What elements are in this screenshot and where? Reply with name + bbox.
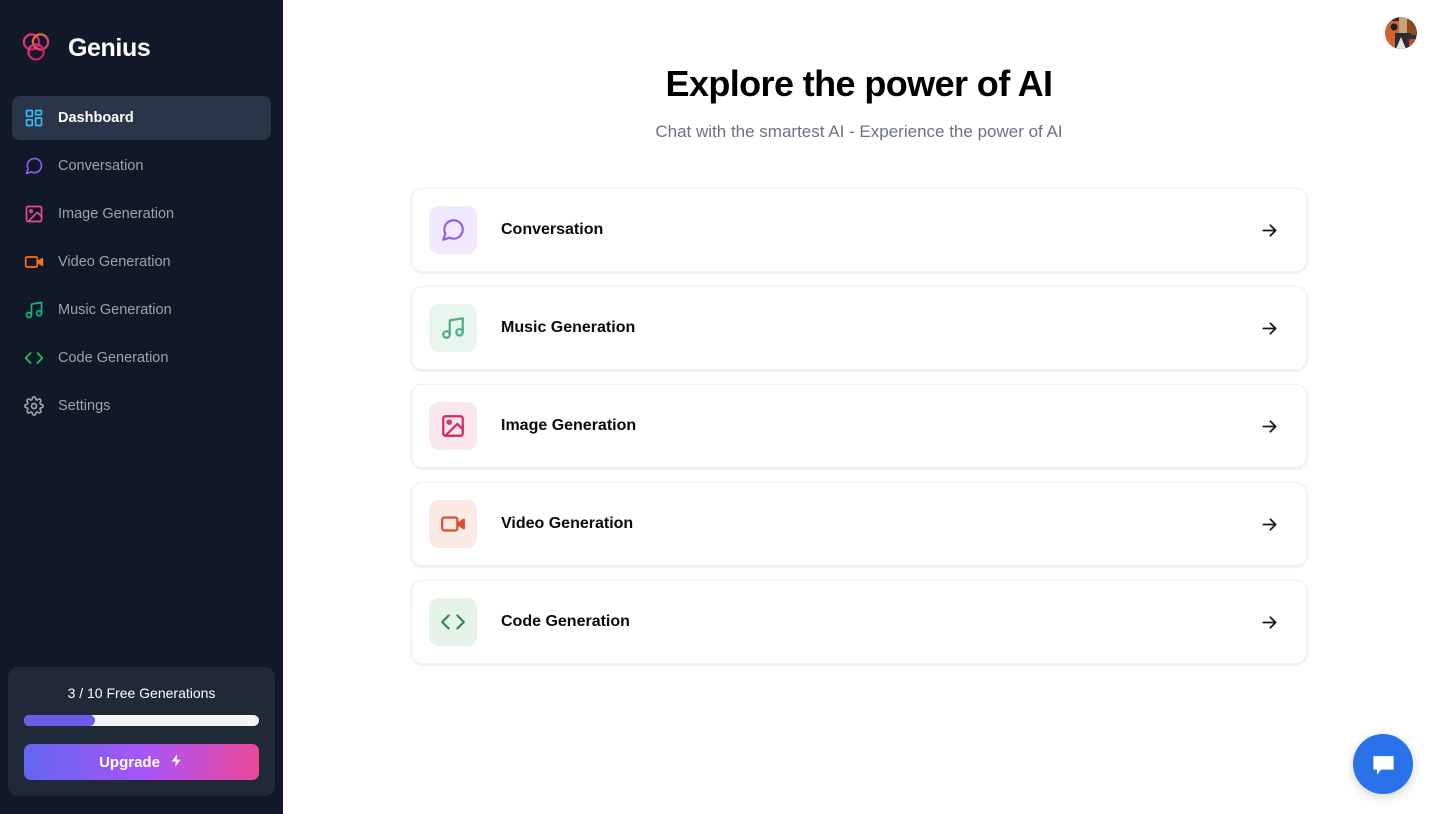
free-generations-label: 3 / 10 Free Generations xyxy=(67,685,216,701)
sidebar-item-conversation[interactable]: Conversation xyxy=(12,144,271,188)
sidebar-item-music-generation[interactable]: Music Generation xyxy=(12,288,271,332)
topbar xyxy=(283,0,1435,66)
tool-card-music-generation[interactable]: Music Generation xyxy=(411,286,1307,371)
sidebar-item-label: Image Generation xyxy=(58,206,175,222)
genius-circles-logo-icon xyxy=(18,30,54,66)
tool-card-list: Conversation Music Generation Image Gene… xyxy=(411,188,1307,665)
arrow-right-icon xyxy=(1259,318,1280,339)
sidebar: Genius Dashboard Conversation Image Gene… xyxy=(0,0,283,814)
video-icon xyxy=(24,252,44,272)
chat-bubble-icon xyxy=(1370,751,1397,778)
video-icon xyxy=(429,500,477,549)
message-square-icon xyxy=(24,156,44,176)
layout-dashboard-icon xyxy=(24,108,44,128)
arrow-right-icon xyxy=(1259,612,1280,633)
free-generations-card: 3 / 10 Free Generations Upgrade xyxy=(8,667,275,796)
zap-bolt-icon xyxy=(169,753,184,771)
tool-card-label: Code Generation xyxy=(501,613,630,631)
chat-widget-button[interactable] xyxy=(1353,734,1413,794)
tool-card-image-generation[interactable]: Image Generation xyxy=(411,384,1307,469)
tool-card-label: Conversation xyxy=(501,221,604,239)
sidebar-item-dashboard[interactable]: Dashboard xyxy=(12,96,271,140)
music-icon xyxy=(24,300,44,320)
music-icon xyxy=(429,304,477,353)
tool-card-code-generation[interactable]: Code Generation xyxy=(411,580,1307,665)
progress-fill xyxy=(24,715,95,726)
free-generations-progress xyxy=(24,715,259,726)
page-title: Explore the power of AI xyxy=(665,63,1054,104)
sidebar-item-label: Code Generation xyxy=(58,350,169,366)
page-header: Explore the power of AI Chat with the sm… xyxy=(283,62,1435,142)
app-root: Genius Dashboard Conversation Image Gene… xyxy=(0,0,1435,814)
user-avatar-photo[interactable] xyxy=(1385,17,1417,49)
sidebar-item-code-generation[interactable]: Code Generation xyxy=(12,336,271,380)
sidebar-item-label: Conversation xyxy=(58,158,144,174)
settings-gear-icon xyxy=(24,396,44,416)
sidebar-item-image-generation[interactable]: Image Generation xyxy=(12,192,271,236)
upgrade-button[interactable]: Upgrade xyxy=(24,744,259,780)
image-icon xyxy=(24,204,44,224)
upgrade-button-label: Upgrade xyxy=(99,753,160,771)
tool-card-label: Video Generation xyxy=(501,515,634,533)
brand[interactable]: Genius xyxy=(0,0,283,74)
sidebar-item-label: Music Generation xyxy=(58,302,172,318)
tool-card-label: Image Generation xyxy=(501,417,637,435)
sidebar-item-video-generation[interactable]: Video Generation xyxy=(12,240,271,284)
arrow-right-icon xyxy=(1259,416,1280,437)
brand-name: Genius xyxy=(68,33,151,62)
sidebar-item-label: Dashboard xyxy=(58,110,134,126)
arrow-right-icon xyxy=(1259,514,1280,535)
arrow-right-icon xyxy=(1259,220,1280,241)
sidebar-item-settings[interactable]: Settings xyxy=(12,384,271,428)
code-icon xyxy=(24,348,44,368)
sidebar-item-label: Settings xyxy=(58,398,111,414)
tool-card-video-generation[interactable]: Video Generation xyxy=(411,482,1307,567)
main-content: Explore the power of AI Chat with the sm… xyxy=(283,0,1435,814)
page-subtitle: Chat with the smartest AI - Experience t… xyxy=(655,122,1063,142)
code-icon xyxy=(429,598,477,647)
sidebar-nav: Dashboard Conversation Image Generation … xyxy=(0,96,283,432)
message-square-icon xyxy=(429,206,477,255)
tool-card-conversation[interactable]: Conversation xyxy=(411,188,1307,273)
sidebar-item-label: Video Generation xyxy=(58,254,171,270)
tool-card-label: Music Generation xyxy=(501,319,636,337)
image-icon xyxy=(429,402,477,451)
